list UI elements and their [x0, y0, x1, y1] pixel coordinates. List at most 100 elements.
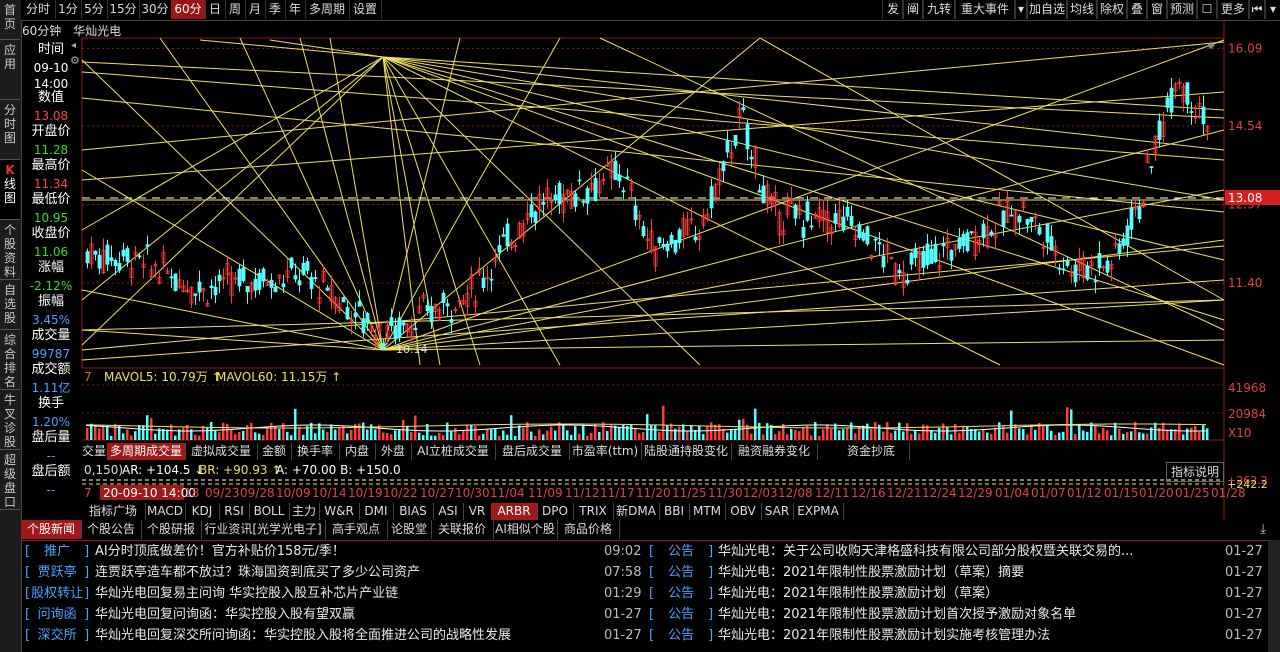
indicator-tab[interactable]: 外盘: [375, 443, 412, 460]
news-tab[interactable]: AI相似个股: [493, 520, 558, 539]
announcement-category[interactable]: [公告]: [649, 562, 715, 583]
indicator-tab-secondary[interactable]: DPO: [537, 503, 574, 520]
volume-bar: [946, 427, 949, 440]
indicator-tab[interactable]: 换手率: [291, 443, 340, 460]
candle-body: [1049, 236, 1054, 251]
announcement-date: 01-27: [1225, 586, 1263, 601]
announcement-category[interactable]: [公告]: [649, 604, 715, 625]
indicator-tabs: 交量 多周期成交量 虚拟成交量 金额 换手率 内盘 外盘 AI立桩成交量 盘后成交量 市盈率(tt…: [81, 443, 1221, 460]
announcement-category[interactable]: [公告]: [649, 541, 715, 562]
announcement-category[interactable]: [公告]: [649, 625, 715, 646]
news-tab[interactable]: 高手观点: [325, 520, 388, 539]
candle-body: [573, 193, 578, 207]
indicator-tab-secondary[interactable]: BBI: [659, 503, 690, 520]
indicator-tab-secondary[interactable]: RSI: [219, 503, 250, 520]
indicator-tab-secondary[interactable]: ASI: [433, 503, 464, 520]
news-category[interactable]: [股权转让]: [25, 583, 91, 604]
volume-bar: [94, 425, 97, 440]
indicator-tab-secondary[interactable]: OBV: [725, 503, 762, 520]
candle-body: [833, 213, 838, 224]
volume-bar: [890, 433, 893, 440]
candle-body: [1129, 208, 1134, 230]
news-title[interactable]: 连贾跃亭造车都不放过？珠海国资到底买了多少公司资产: [95, 562, 595, 583]
candle-body: [873, 238, 878, 241]
news-tab[interactable]: 个股研报: [141, 520, 202, 539]
volume-bar: [854, 433, 857, 440]
news-category[interactable]: [问询函]: [25, 604, 91, 625]
volume-bar: [886, 422, 889, 440]
volume-bar: [206, 428, 209, 440]
volume-bar: [166, 429, 169, 440]
volume-bar: [138, 425, 141, 440]
indicator-tab[interactable]: 交量: [81, 443, 108, 460]
news-tab[interactable]: 个股公告: [81, 520, 142, 539]
news-title[interactable]: 华灿光电回复易主问询 华实控股入股互补芯片产业链: [95, 583, 595, 604]
candle-body: [397, 317, 402, 338]
volume-bar: [990, 433, 993, 440]
news-tab[interactable]: 个股新闻: [21, 520, 82, 539]
indicator-tab-secondary[interactable]: EXPMA: [793, 503, 844, 520]
volume-bar: [274, 426, 277, 440]
news-category[interactable]: [推广]: [25, 541, 91, 562]
kline-chart[interactable]: 16.0914.5412.9711.4013.0810.14◆⚙◂4196820…: [0, 0, 1280, 520]
news-scrollbar[interactable]: [1268, 540, 1280, 652]
news-tab[interactable]: 关联报价: [431, 520, 494, 539]
indicator-tab[interactable]: 市盈率(ttm): [569, 443, 642, 460]
candle-body: [257, 272, 262, 290]
indicator-tab-secondary[interactable]: 主力: [289, 503, 320, 520]
indicator-tab-secondary[interactable]: 新DMA: [613, 503, 660, 520]
candle-body: [449, 319, 454, 323]
announcement-category[interactable]: [公告]: [649, 583, 715, 604]
indicator-tab[interactable]: 资金抄底: [817, 443, 910, 460]
indicator-tab-secondary[interactable]: MACD: [145, 503, 186, 520]
indicator-tab[interactable]: 内盘: [339, 443, 376, 460]
news-title[interactable]: 华灿光电回复问询函：华实控股入股有望双赢: [95, 604, 595, 625]
indicator-tab-secondary[interactable]: VR: [463, 503, 492, 520]
news-category[interactable]: [深交所]: [25, 625, 91, 646]
indicator-tab-secondary[interactable]: W&R: [319, 503, 360, 520]
indicator-tab-secondary[interactable]: 指标广场: [81, 503, 146, 520]
indicator-tab[interactable]: AI立桩成交量: [411, 443, 496, 460]
news-tab[interactable]: 行业资讯[光学光电子]: [201, 520, 326, 539]
volume-bar: [318, 423, 321, 440]
news-title[interactable]: AI分时顶底做差价！官方补贴价158元/季！: [95, 541, 595, 562]
indicator-tab-secondary[interactable]: KDJ: [185, 503, 220, 520]
indicator-tab-secondary[interactable]: MTM: [689, 503, 726, 520]
indicator-tab[interactable]: 盘后成交量: [495, 443, 570, 460]
news-row: [问询函] 华灿光电回复问询函：华实控股入股有望双赢 01-27 [公告] 华灿光电：2…: [21, 604, 1280, 625]
expand-icon[interactable]: ◆: [1207, 40, 1215, 51]
candle-body: [533, 211, 538, 223]
candle-body: [137, 255, 142, 258]
candle-body: [581, 200, 586, 203]
indicator-tab[interactable]: 多周期成交量: [107, 443, 186, 460]
announcement-title[interactable]: 华灿光电：2021年限制性股票激励计划实施考核管理办法: [718, 625, 1208, 646]
news-title[interactable]: 华灿光电回复深交所问询函：华实控股入股将全面推进公司的战略性发展: [95, 625, 595, 646]
volume-bar: [1146, 433, 1149, 440]
news-category[interactable]: [贾跃亭]: [25, 562, 91, 583]
indicator-tab-secondary[interactable]: DMI: [359, 503, 394, 520]
indicator-tab[interactable]: 虚拟成交量: [185, 443, 258, 460]
quote-info-panel: 时间 09-10 14:00 数值 13.08 开盘价 11.28 最高价 11.34 最低价 10…: [21, 20, 81, 520]
indicator-tab-secondary[interactable]: BIAS: [393, 503, 434, 520]
indicator-tab-secondary[interactable]: TRIX: [573, 503, 614, 520]
news-tab[interactable]: 论股堂: [387, 520, 432, 539]
news-tab[interactable]: 商品价格: [557, 520, 620, 539]
indicator-tab-secondary[interactable]: BOLL: [249, 503, 290, 520]
volume-bar: [430, 435, 433, 440]
candle-body: [1001, 210, 1006, 227]
volume-bar: [546, 430, 549, 440]
indicator-tab[interactable]: 金额: [257, 443, 292, 460]
x-tick-label: 12/29: [958, 486, 993, 500]
announcement-title[interactable]: 华灿光电：2021年限制性股票激励计划首次授予激励对象名单: [718, 604, 1208, 625]
indicator-tab-secondary[interactable]: SAR: [761, 503, 794, 520]
indicator-tab[interactable]: 融资融券变化: [731, 443, 818, 460]
announcement-title[interactable]: 华灿光电：关于公司收购天津格盛科技有限公司部分股权暨关联交易的...: [718, 541, 1208, 562]
announcement-title[interactable]: 华灿光电：2021年限制性股票激励计划（草案）: [718, 583, 1208, 604]
indicator-explain-button[interactable]: 指标说明: [1166, 462, 1225, 482]
indicator-tab[interactable]: 陆股通持股变化: [641, 443, 732, 460]
announcement-title[interactable]: 华灿光电：2021年限制性股票激励计划（草案）摘要: [718, 562, 1208, 583]
candle-body: [677, 229, 682, 244]
download-icon[interactable]: ⤓: [1260, 522, 1266, 537]
indicator-tab-secondary[interactable]: ARBR: [491, 503, 538, 520]
volume-bar: [1182, 434, 1185, 440]
